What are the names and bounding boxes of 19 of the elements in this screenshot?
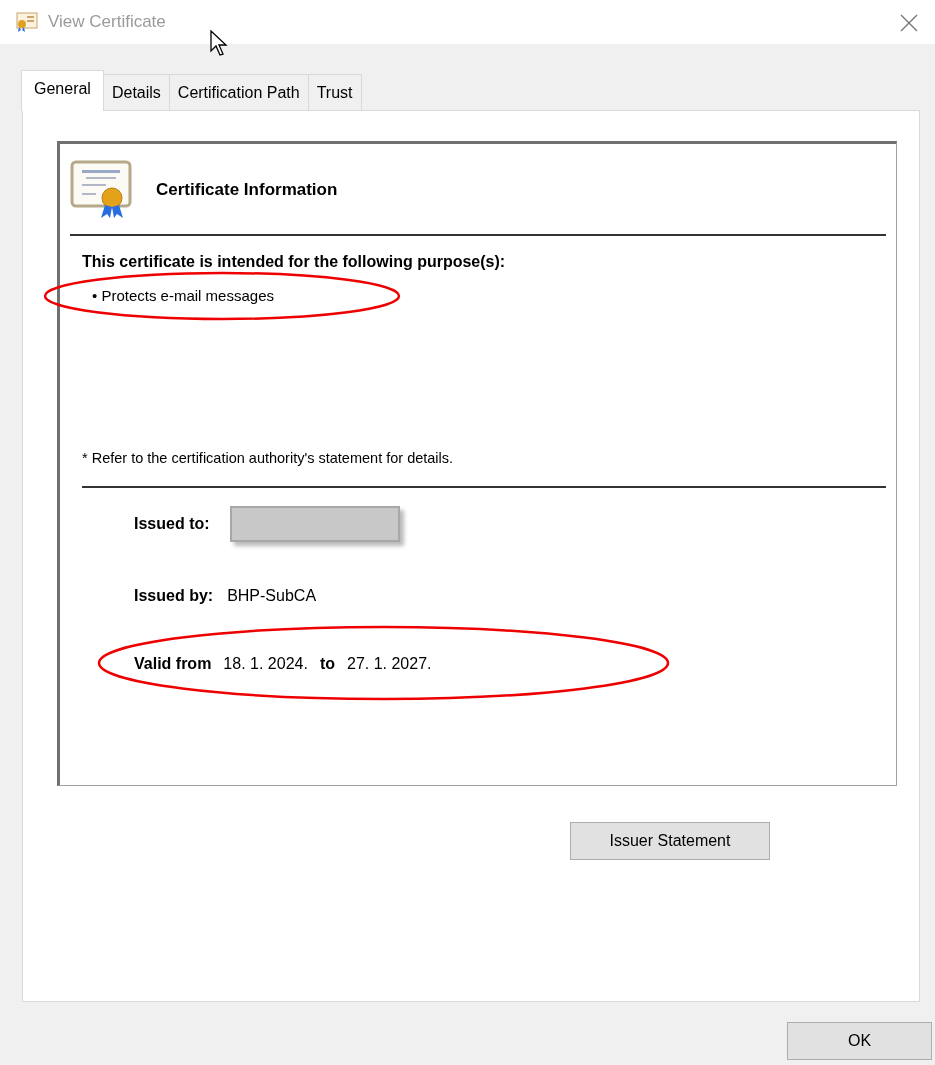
issuer-statement-button[interactable]: Issuer Statement: [570, 822, 770, 860]
tab[interactable]: Trust: [307, 74, 362, 110]
field-label: Valid from: [134, 653, 212, 674]
field-label: Issued to:: [134, 513, 210, 534]
purpose-heading: This certificate is intended for the following purpose(s):: [82, 252, 507, 272]
section-heading: Certificate Information: [156, 179, 338, 202]
field-label: Issued by:: [134, 585, 214, 606]
field-value: 18. 1. 2024.: [223, 653, 308, 674]
footnote: * Refer to the certification authority's statement for details.: [82, 448, 886, 488]
purpose-item: • Protects e-mail messages: [92, 286, 274, 306]
field-label: to: [319, 653, 335, 674]
certificate-icon: [70, 160, 134, 220]
field-value: BHP-SubCA: [227, 585, 317, 606]
tab[interactable]: General: [21, 70, 104, 111]
window-title: View Certificate: [48, 11, 166, 34]
certificate-icon: [16, 11, 38, 33]
ok-button[interactable]: OK: [787, 1022, 932, 1060]
close-icon: [899, 12, 919, 33]
field-value: 27. 1. 2027.: [347, 653, 432, 674]
